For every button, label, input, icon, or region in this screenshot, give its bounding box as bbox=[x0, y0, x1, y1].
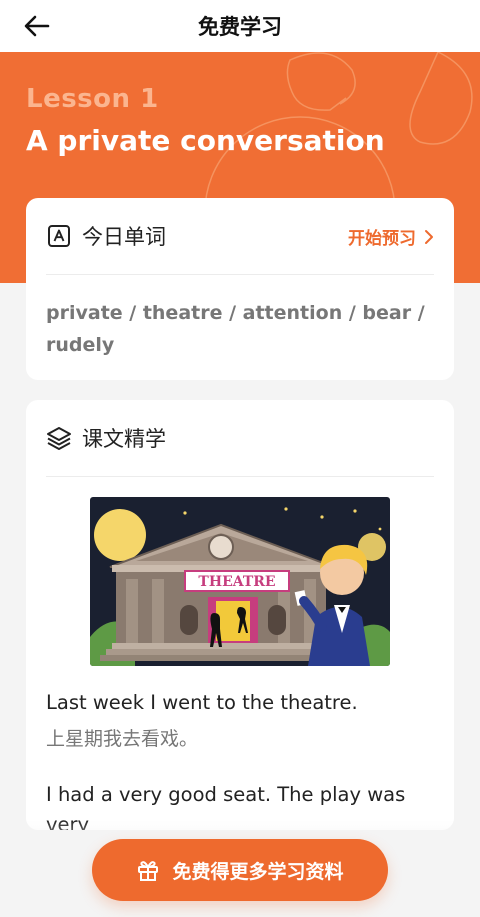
text-card-title: 课文精学 bbox=[82, 427, 166, 451]
get-more-materials-label: 免费得更多学习资料 bbox=[172, 860, 344, 883]
theatre-sign: THEATRE bbox=[198, 574, 275, 590]
vocab-word-list: private / theatre / attention / bear / r… bbox=[46, 302, 425, 356]
text-study-card: 课文精学 THEATRE Last week I went to the the… bbox=[26, 400, 454, 830]
chevron-right-icon bbox=[425, 229, 433, 244]
top-nav-bar: 免费学习 bbox=[0, 0, 480, 52]
back-button[interactable] bbox=[20, 12, 54, 40]
letter-a-icon bbox=[46, 223, 72, 249]
vocab-card-header: 今日单词 开始预习 bbox=[46, 198, 434, 275]
vocab-card: 今日单词 开始预习 private / theatre / attention … bbox=[26, 198, 454, 380]
sentence-1-chinese: 上星期我去看戏。 bbox=[46, 728, 199, 750]
sentence-1[interactable]: Last week I went to the theatre. 上星期我去看戏… bbox=[46, 688, 434, 754]
start-preview-label: 开始预习 bbox=[348, 229, 416, 249]
start-preview-link[interactable]: 开始预习 bbox=[348, 224, 434, 249]
layers-icon bbox=[46, 425, 72, 451]
lesson-number: Lesson 1 bbox=[26, 84, 159, 114]
sentence-1-english: Last week I went to the theatre. bbox=[46, 691, 358, 714]
page-title: 免费学习 bbox=[198, 15, 282, 39]
vocab-card-title: 今日单词 bbox=[82, 225, 166, 249]
get-more-materials-button[interactable]: 免费得更多学习资料 bbox=[92, 839, 388, 901]
gift-icon bbox=[138, 861, 159, 881]
arrow-left-icon bbox=[24, 15, 50, 37]
text-card-header: 课文精学 bbox=[46, 400, 434, 477]
theatre-illustration: THEATRE bbox=[90, 497, 390, 666]
lesson-title: A private conversation bbox=[26, 124, 385, 157]
